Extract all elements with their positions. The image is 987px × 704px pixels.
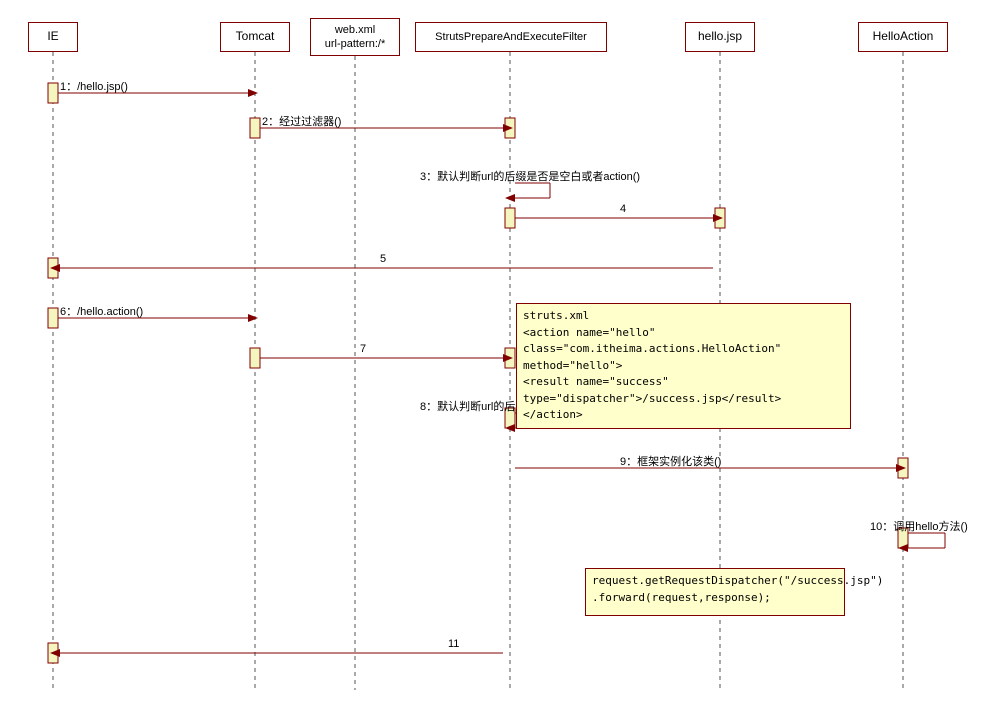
note-dispatcher: request.getRequestDispatcher("/success.j… [585, 568, 845, 616]
actor-tomcat: Tomcat [220, 22, 290, 52]
msg-label-7: 7 [360, 343, 366, 355]
msg-label-5: 5 [380, 253, 386, 265]
msg-label-9: 9：框架实例化该类() [620, 453, 721, 469]
actor-helloaction: HelloAction [858, 22, 948, 52]
sequence-diagram: IE Tomcat web.xmlurl-pattern:/* StrutsPr… [0, 0, 987, 704]
actor-ie: IE [28, 22, 78, 52]
msg-label-2: 2：经过过滤器() [262, 113, 341, 129]
msg-label-11: 11 [448, 638, 459, 650]
msg-label-3: 3：默认判断url的后缀是否是空白或者action() [420, 168, 640, 184]
actor-hellojsp: hello.jsp [685, 22, 755, 52]
msg-label-6: 6：/hello.action() [60, 303, 143, 319]
msg-label-4: 4 [620, 203, 626, 215]
msg-label-1: 1：/hello.jsp() [60, 78, 128, 94]
actor-webxml: web.xmlurl-pattern:/* [310, 18, 400, 56]
note-struts-xml: struts.xml <action name="hello" class="c… [516, 303, 851, 429]
msg-label-10: 10：调用hello方法() [870, 518, 968, 534]
actor-filter: StrutsPrepareAndExecuteFilter [415, 22, 607, 52]
